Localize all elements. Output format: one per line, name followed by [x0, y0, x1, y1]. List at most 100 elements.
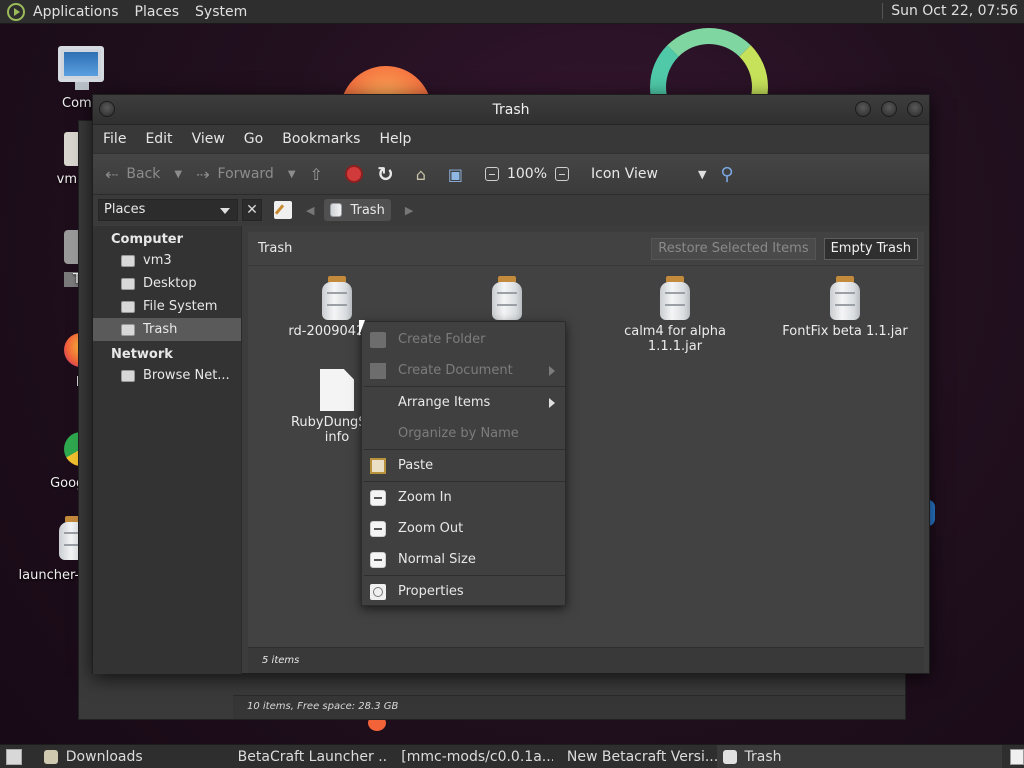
- close-sidebar-button[interactable]: ✕: [242, 199, 262, 221]
- back-history-dropdown[interactable]: ▼: [174, 169, 182, 180]
- sidebar-item-label: File System: [143, 299, 218, 314]
- up-button[interactable]: ⇧: [310, 165, 331, 184]
- sidebar-item-trash[interactable]: Trash: [93, 318, 241, 341]
- network-icon: [121, 369, 135, 382]
- computer-button[interactable]: ▣: [448, 165, 471, 184]
- breadcrumb-label: Trash: [350, 202, 385, 218]
- empty-trash-button[interactable]: Empty Trash: [823, 237, 918, 260]
- sidebar-item-vm3[interactable]: vm3: [93, 249, 241, 272]
- taskbar-item-trash[interactable]: Trash: [716, 744, 1003, 768]
- drive-icon: [121, 300, 135, 313]
- sidebar-type-select[interactable]: Places: [98, 199, 238, 221]
- breadcrumb-trash[interactable]: Trash: [324, 199, 391, 221]
- zoom-normal-icon: [370, 551, 386, 568]
- zoom-level[interactable]: 100%: [507, 166, 547, 182]
- menu-item-paste[interactable]: Paste: [362, 450, 565, 481]
- breadcrumb-right-arrow[interactable]: ▶: [405, 204, 413, 217]
- reload-button[interactable]: ↻: [377, 162, 402, 186]
- menu-item-create-folder[interactable]: Create Folder: [362, 324, 565, 355]
- stop-button[interactable]: [344, 165, 363, 183]
- sidebar-heading-network: Network: [111, 347, 173, 362]
- menu-help[interactable]: Help: [379, 131, 411, 147]
- clock[interactable]: Sun Oct 22, 07:56: [882, 3, 1018, 19]
- menu-item-create-document[interactable]: Create Document: [362, 355, 565, 386]
- menu-item-properties[interactable]: Properties: [362, 576, 565, 607]
- menu-applications[interactable]: Applications: [33, 4, 119, 20]
- menu-view[interactable]: View: [192, 131, 225, 147]
- menu-item-label: Arrange Items: [398, 395, 491, 410]
- minimize-button[interactable]: [855, 101, 871, 117]
- sidebar-item-label: Desktop: [143, 276, 197, 291]
- zoom-out-icon: [370, 520, 386, 537]
- bottom-panel: Downloads BetaCraft Launcher ... [mmc-mo…: [0, 744, 1024, 768]
- file-item[interactable]: calm4 for alpha 1.1.1.jar: [595, 276, 755, 354]
- taskbar-item-label: New Betacraft Versi...: [566, 748, 717, 765]
- sidebar-item-label: Browse Net...: [143, 368, 230, 383]
- breadcrumb-left-arrow[interactable]: ◀: [306, 204, 314, 217]
- paste-icon: [370, 457, 386, 474]
- sidebar-item-desktop[interactable]: Desktop: [93, 272, 241, 295]
- menu-bookmarks[interactable]: Bookmarks: [282, 131, 360, 147]
- jar-icon: [828, 276, 862, 320]
- taskbar-item-label: Trash: [744, 748, 782, 765]
- sidebar-item-label: vm3: [143, 253, 172, 268]
- menubar: File Edit View Go Bookmarks Help: [93, 125, 929, 153]
- menu-item-zoom-in[interactable]: Zoom In: [362, 482, 565, 513]
- applications-menu-icon[interactable]: [7, 2, 25, 21]
- menu-places[interactable]: Places: [135, 4, 180, 20]
- background-window-status: 10 items, Free space: 28.3 GB: [233, 695, 905, 719]
- menu-go[interactable]: Go: [244, 131, 263, 147]
- chevron-down-icon: ▼: [697, 167, 707, 181]
- edit-location-icon[interactable]: [274, 201, 292, 219]
- folder-icon: [43, 749, 58, 764]
- search-button[interactable]: ⚲: [720, 164, 741, 185]
- menu-item-arrange-items[interactable]: Arrange Items: [362, 387, 565, 418]
- taskbar-item-label: [mmc-mods/c0.0.1a...: [401, 748, 553, 765]
- toolbar: ⇠ Back ▼ ⇢ Forward ▼ ⇧ ↻ ⌂ ▣ 100% Icon V…: [93, 153, 929, 195]
- menu-item-organize-by-name[interactable]: Organize by Name: [362, 418, 565, 449]
- jar-icon: [320, 276, 354, 320]
- file-item[interactable]: [427, 276, 587, 324]
- file-view[interactable]: Trash Restore Selected Items Empty Trash…: [248, 232, 924, 666]
- home-icon: ⌂: [415, 164, 426, 184]
- menu-item-label: Organize by Name: [398, 426, 519, 441]
- trash-applet-icon[interactable]: [1010, 748, 1024, 765]
- menu-edit[interactable]: Edit: [145, 131, 172, 147]
- taskbar-item-label: Downloads: [65, 748, 143, 765]
- jar-icon: [490, 276, 524, 320]
- taskbar-item-downloads[interactable]: Downloads: [38, 745, 186, 768]
- forward-button[interactable]: ⇢ Forward ▼: [196, 165, 295, 184]
- menu-item-label: Create Document: [398, 363, 513, 378]
- taskbar-item-chrome[interactable]: [mmc-mods/c0.0.1a...: [387, 745, 553, 768]
- reload-icon: ↻: [376, 162, 394, 186]
- maximize-button[interactable]: [881, 101, 897, 117]
- zoom-in-icon[interactable]: [555, 167, 570, 181]
- computer-icon: ▣: [447, 164, 463, 184]
- taskbar-item-betacraft-launcher[interactable]: BetaCraft Launcher ...: [224, 745, 388, 768]
- submenu-arrow-icon: [549, 398, 555, 408]
- close-button[interactable]: [907, 101, 923, 117]
- menu-system[interactable]: System: [195, 4, 247, 20]
- sidebar: Computer vm3 Desktop File System Trash N…: [93, 226, 242, 674]
- restore-selected-button[interactable]: Restore Selected Items: [651, 237, 816, 260]
- menu-item-label: Zoom Out: [398, 521, 464, 536]
- sidebar-item-browse-network[interactable]: Browse Net...: [93, 364, 241, 387]
- view-mode-select[interactable]: Icon View ▼: [591, 166, 706, 182]
- mouse-pointer-icon: [359, 320, 365, 336]
- back-button[interactable]: ⇠ Back ▼: [105, 165, 182, 184]
- show-desktop-icon[interactable]: [6, 748, 22, 765]
- taskbar-item-betacraft-version[interactable]: New Betacraft Versi...: [553, 745, 717, 768]
- menu-item-label: Paste: [398, 458, 434, 473]
- trash-icon: [330, 203, 343, 217]
- menu-item-zoom-out[interactable]: Zoom Out: [362, 513, 565, 544]
- submenu-arrow-icon: [549, 366, 555, 376]
- zoom-out-icon[interactable]: [484, 167, 499, 181]
- sidebar-item-file-system[interactable]: File System: [93, 295, 241, 318]
- forward-history-dropdown[interactable]: ▼: [288, 169, 296, 180]
- file-item[interactable]: FontFix beta 1.1.jar: [765, 276, 925, 339]
- menu-item-normal-size[interactable]: Normal Size: [362, 544, 565, 575]
- window-titlebar[interactable]: Trash: [93, 95, 929, 125]
- menu-file[interactable]: File: [103, 131, 126, 147]
- window-title: Trash: [492, 102, 530, 118]
- home-button[interactable]: ⌂: [416, 165, 434, 184]
